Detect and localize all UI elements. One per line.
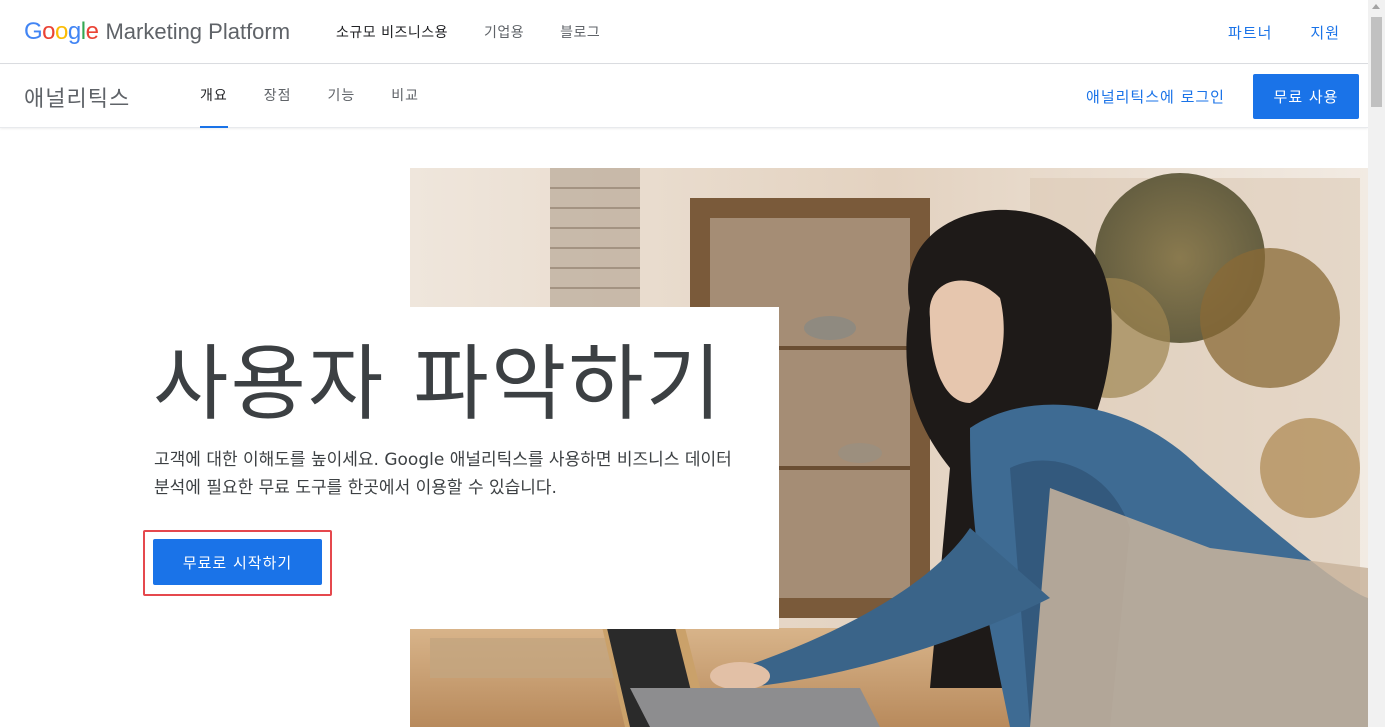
tab-benefits[interactable]: 장점 [264,65,292,128]
product-name[interactable]: 애널리틱스 [24,81,130,113]
platform-label: Marketing Platform [105,19,291,44]
tab-compare[interactable]: 비교 [391,65,419,128]
google-logo: Google [24,18,99,46]
tab-features[interactable]: 기능 [328,65,356,128]
hero-description: 고객에 대한 이해도를 높이세요. Google 애널리틱스를 사용하면 비즈니… [154,450,732,498]
logo-letter: g [67,18,81,45]
top-nav: 소규모 비즈니스용 기업용 블로그 [336,22,636,42]
start-free-button[interactable]: 무료로 시작하기 [153,539,322,585]
hero-title: 사용자 파악하기 [153,337,724,432]
logo-letter: G [24,18,43,45]
analytics-login-link[interactable]: 애널리틱스에 로그인 [1086,86,1225,107]
logo-letter: o [55,18,68,45]
scroll-thumb[interactable] [1371,17,1382,107]
page-scrollbar[interactable] [1368,0,1385,727]
logo-letter: e [85,18,99,45]
product-tabs: 개요 장점 기능 비교 [200,65,455,128]
nav-blog[interactable]: 블로그 [560,22,600,42]
product-bar: 애널리틱스 개요 장점 기능 비교 애널리틱스에 로그인 무료 사용 [0,65,1368,128]
tab-overview[interactable]: 개요 [200,65,228,128]
logo-letter: o [42,18,56,45]
nav-partners[interactable]: 파트너 [1228,22,1272,43]
google-marketing-platform-logo[interactable]: Google Marketing Platform [24,18,290,46]
top-right-nav: 파트너 지원 [1190,22,1340,43]
nav-small-business[interactable]: 소규모 비즈니스용 [336,22,448,42]
free-use-button[interactable]: 무료 사용 [1253,74,1359,119]
nav-support[interactable]: 지원 [1310,22,1340,43]
nav-enterprise[interactable]: 기업용 [484,22,524,42]
top-header: Google Marketing Platform 소규모 비즈니스용 기업용 … [0,0,1368,64]
scroll-up-arrow-icon[interactable] [1372,4,1380,9]
